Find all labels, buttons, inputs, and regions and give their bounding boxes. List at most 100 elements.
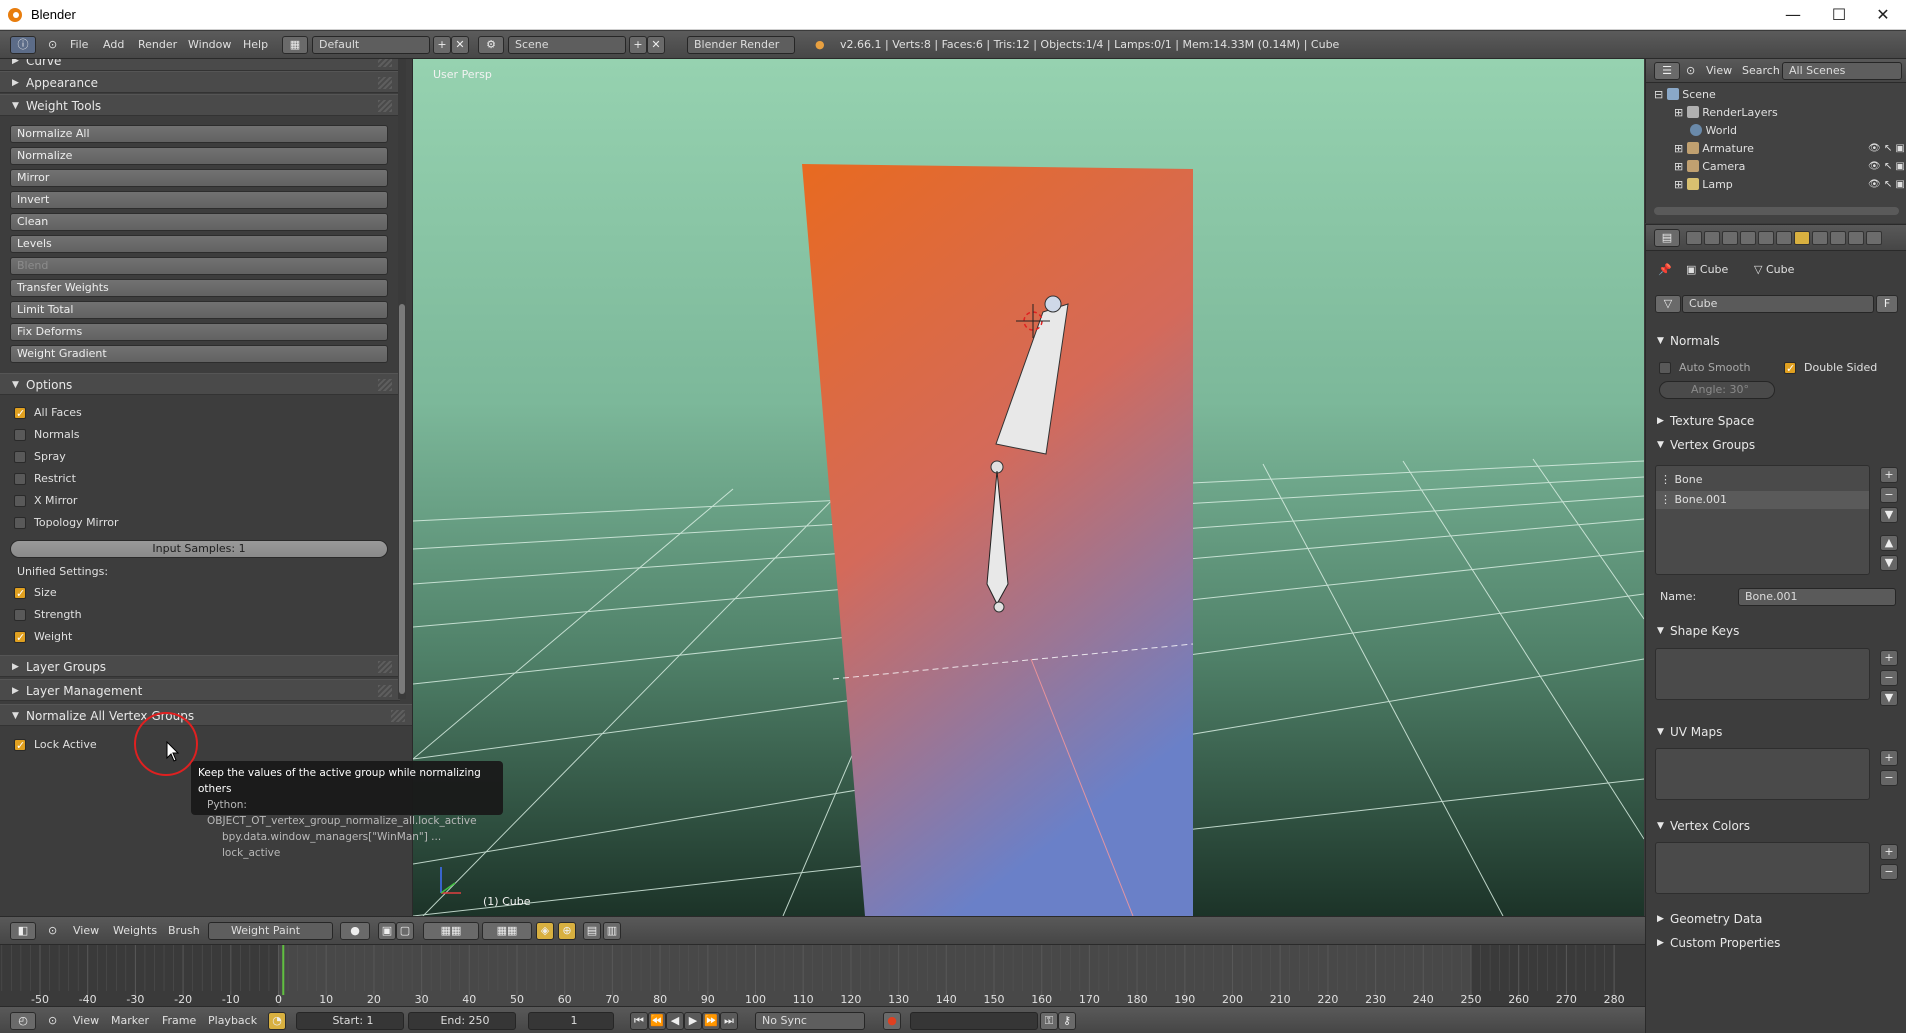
panel-weight-tools[interactable]: ▼ Weight Tools [0, 94, 400, 116]
normals-checkbox[interactable]: Normals [14, 426, 234, 444]
panel-normalize-all-vertex-groups[interactable]: ▼ Normalize All Vertex Groups [0, 704, 412, 726]
panel-custom-properties[interactable]: ▶ Custom Properties [1646, 932, 1906, 954]
start-frame-field[interactable]: Start: 1 [296, 1012, 404, 1030]
mask-vertex-icon[interactable]: ▢ [396, 922, 414, 940]
collapse-menus-icon[interactable]: ⊙ [48, 36, 57, 54]
panel-appearance[interactable]: ▶ Appearance [0, 71, 400, 93]
insert-keyframe-icon[interactable]: ⚿ [1040, 1012, 1058, 1030]
screen-layout-field[interactable]: Default [312, 36, 430, 54]
render-tab-icon[interactable] [1686, 231, 1702, 245]
transfer-weights-button[interactable]: Transfer Weights [10, 279, 388, 297]
move-vertex-group-up-button[interactable]: ▲ [1880, 535, 1898, 551]
render-icon[interactable]: ▤ [583, 922, 601, 940]
delete-scene-button[interactable]: ✕ [647, 36, 665, 54]
viewport-shading-icon[interactable]: ● [340, 922, 370, 940]
remove-vertex-group-button[interactable]: − [1880, 487, 1898, 503]
topology-mirror-checkbox[interactable]: Topology Mirror [14, 514, 234, 532]
panel-normals[interactable]: ▼ Normals [1646, 330, 1906, 352]
add-shape-key-button[interactable]: + [1880, 650, 1898, 666]
close-button[interactable]: ✕ [1860, 0, 1906, 30]
panel-vertex-colors[interactable]: ▼ Vertex Colors [1646, 815, 1906, 837]
vertex-colors-list[interactable] [1655, 842, 1870, 894]
end-frame-field[interactable]: End: 250 [408, 1012, 516, 1030]
shape-keys-list[interactable] [1655, 648, 1870, 700]
timeline-menu-view[interactable]: View [73, 1012, 99, 1030]
fake-user-button[interactable]: F [1876, 295, 1898, 313]
outliner-menu-view[interactable]: View [1706, 62, 1732, 80]
normalize-all-button[interactable]: Normalize All [10, 125, 388, 143]
breadcrumb-object[interactable]: ▣ Cube [1686, 261, 1728, 279]
lock-active-checkbox[interactable]: Lock Active [14, 736, 234, 755]
panel-options[interactable]: ▼ Options [0, 373, 400, 395]
all-faces-checkbox[interactable]: All Faces [14, 404, 234, 423]
vertex-group-specials-button[interactable]: ▼ [1880, 507, 1898, 523]
modifiers-tab-icon[interactable] [1776, 231, 1792, 245]
tool-shelf-scrollbar-thumb[interactable] [399, 304, 405, 694]
menu-help[interactable]: Help [243, 36, 268, 54]
mesh-browse-icon[interactable]: ▽ [1655, 295, 1681, 313]
outliner-item-armature[interactable]: ⊞ Armature [1674, 140, 1754, 158]
outliner-collapse-icon[interactable]: ⊙ [1686, 62, 1695, 80]
weight-gradient-button[interactable]: Weight Gradient [10, 345, 388, 363]
render-anim-icon[interactable]: ▥ [603, 922, 621, 940]
sync-mode-dropdown[interactable]: No Sync [755, 1012, 865, 1030]
camera-visibility-icons[interactable]: 👁 ↖ ▣ [1868, 158, 1905, 176]
timeline-collapse-icon[interactable]: ⊙ [48, 1012, 57, 1030]
normalize-button[interactable]: Normalize [10, 147, 388, 165]
add-scene-button[interactable]: + [629, 36, 647, 54]
layer-buttons-right[interactable]: ▦▦ [482, 922, 532, 940]
shape-key-specials-button[interactable]: ▼ [1880, 690, 1898, 706]
snap-icon[interactable]: ⊕ [558, 922, 576, 940]
menu-render[interactable]: Render [138, 36, 177, 54]
outliner-item-world[interactable]: World [1690, 122, 1737, 140]
particles-tab-icon[interactable] [1848, 231, 1864, 245]
delete-keyframe-icon[interactable]: ⚷ [1058, 1012, 1076, 1030]
limit-total-button[interactable]: Limit Total [10, 301, 388, 319]
panel-curve[interactable]: ▶ Curve [0, 59, 400, 71]
view3d-menu-brush[interactable]: Brush [168, 922, 200, 940]
pin-icon[interactable]: 📌 [1658, 261, 1672, 279]
levels-button[interactable]: Levels [10, 235, 388, 253]
scene-field[interactable]: Scene [508, 36, 626, 54]
lamp-visibility-icons[interactable]: 👁 ↖ ▣ [1868, 176, 1905, 194]
outliner-scrollbar[interactable] [1654, 207, 1899, 215]
mode-dropdown[interactable]: Weight Paint [208, 922, 333, 940]
input-samples-slider[interactable]: Input Samples: 1 [10, 540, 388, 558]
armature-visibility-icons[interactable]: 👁 ↖ ▣ [1868, 140, 1905, 158]
mesh-name-field[interactable]: Cube [1682, 295, 1874, 313]
texture-tab-icon[interactable] [1830, 231, 1846, 245]
fix-deforms-button[interactable]: Fix Deforms [10, 323, 388, 341]
remove-uv-map-button[interactable]: − [1880, 770, 1898, 786]
mask-face-icon[interactable]: ▣ [378, 922, 396, 940]
data-tab-icon[interactable] [1794, 231, 1810, 245]
constraints-tab-icon[interactable] [1758, 231, 1774, 245]
panel-texture-space[interactable]: ▶ Texture Space [1646, 410, 1906, 432]
panel-layer-management[interactable]: ▶ Layer Management [0, 679, 400, 701]
delete-screen-button[interactable]: ✕ [451, 36, 469, 54]
outliner-item-scene[interactable]: ⊟ Scene [1654, 86, 1716, 104]
panel-geometry-data[interactable]: ▶ Geometry Data [1646, 908, 1906, 930]
jump-start-icon[interactable]: ⏮ [630, 1012, 648, 1030]
vertex-groups-list[interactable]: ⋮ Bone ⋮ Bone.001 [1655, 465, 1870, 575]
scene-icon[interactable]: ⚙ [478, 36, 504, 54]
lock-camera-icon[interactable]: ◈ [536, 922, 554, 940]
panel-layer-groups[interactable]: ▶ Layer Groups [0, 655, 400, 677]
maximize-button[interactable]: ☐ [1816, 0, 1862, 30]
menu-window[interactable]: Window [188, 36, 231, 54]
view3d-menu-weights[interactable]: Weights [113, 922, 157, 940]
world-tab-icon[interactable] [1722, 231, 1738, 245]
outliner-filter-dropdown[interactable]: All Scenes [1782, 62, 1902, 80]
current-frame-field[interactable]: 1 [528, 1012, 614, 1030]
mirror-button[interactable]: Mirror [10, 169, 388, 187]
timeline-menu-playback[interactable]: Playback [208, 1012, 257, 1030]
timeline-editor-type-icon[interactable]: ◴ [10, 1012, 36, 1030]
add-vertex-group-button[interactable]: + [1880, 467, 1898, 483]
screen-layout-icon[interactable]: ▦ [282, 36, 308, 54]
scene-tab-icon[interactable] [1704, 231, 1720, 245]
minimize-button[interactable]: — [1770, 0, 1816, 30]
add-vertex-color-button[interactable]: + [1880, 844, 1898, 860]
tool-shelf-scrollbar[interactable] [398, 59, 406, 699]
timeline[interactable]: -50 -40 -30 -20 -10 0 10 20 30 40 50 60 70 80 90 100 110… [0, 944, 1645, 1006]
menu-add[interactable]: Add [103, 36, 124, 54]
properties-editor-type-icon[interactable]: ▤ [1654, 229, 1680, 247]
